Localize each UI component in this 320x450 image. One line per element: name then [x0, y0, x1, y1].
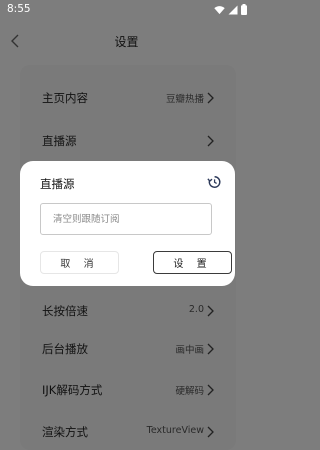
live-source-input[interactable] — [40, 203, 212, 235]
live-source-dialog: 直播源 取 消 设 置 — [20, 161, 235, 286]
confirm-button[interactable]: 设 置 — [153, 251, 232, 274]
cancel-button[interactable]: 取 消 — [40, 251, 119, 274]
dialog-title: 直播源 — [40, 177, 75, 191]
history-icon[interactable] — [207, 175, 221, 189]
